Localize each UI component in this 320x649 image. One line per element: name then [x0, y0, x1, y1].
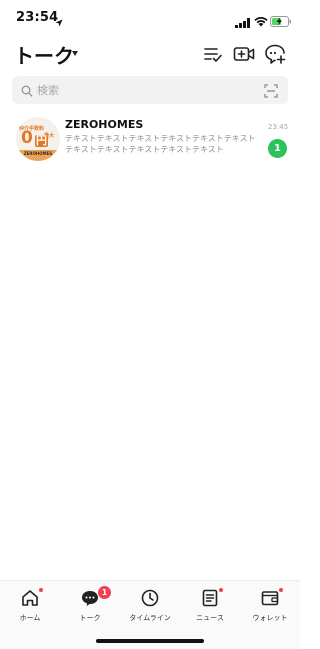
home-notification-dot [39, 588, 43, 592]
tab-home[interactable]: ホーム [0, 587, 60, 627]
tab-label: ホーム [19, 614, 41, 622]
home-indicator [96, 639, 204, 643]
home-icon [20, 588, 40, 608]
wifi-icon [254, 12, 268, 31]
battery-charging-icon [270, 12, 292, 31]
talk-screen: 23:54 トーク 検索 仲介手数料 最大 0 円 ZEROHOMES ZERO… [0, 0, 300, 649]
unread-badge: 1 [268, 139, 287, 158]
avatar-big-text: 0 [21, 128, 33, 148]
header: トーク [0, 36, 300, 72]
caret-down-icon[interactable] [72, 51, 78, 56]
wallet-notification-dot [279, 588, 283, 592]
avatar-brand-text: ZEROHOMES [23, 151, 53, 156]
new-chat-icon[interactable] [264, 43, 286, 65]
avatar-yen-text: 円 [35, 134, 48, 147]
chat-name: ZEROHOMES [65, 118, 144, 131]
tab-timeline[interactable]: タイムライン [120, 587, 180, 627]
chat-preview: テキストテキストテキストテキストテキストテキストテキストテキストテキストテキスト… [65, 134, 256, 154]
chat-list-item[interactable]: 仲介手数料 最大 0 円 ZEROHOMES ZEROHOMES テキストテキス… [0, 114, 300, 164]
video-call-add-icon[interactable] [233, 43, 255, 65]
news-notification-dot [219, 588, 223, 592]
news-icon [200, 588, 220, 608]
sort-list-icon[interactable] [202, 43, 224, 65]
status-time: 23:54 [16, 10, 59, 25]
page-title[interactable]: トーク [14, 40, 74, 69]
wallet-icon [260, 588, 280, 608]
location-arrow-icon [55, 12, 63, 31]
clock-icon [140, 588, 160, 608]
search-icon [21, 83, 33, 102]
qr-scan-icon[interactable] [264, 83, 278, 102]
tab-label: ニュース [196, 614, 224, 622]
search-bar[interactable] [12, 76, 288, 104]
cellular-signal-icon [235, 13, 251, 32]
talk-unread-badge: 1 [97, 585, 112, 600]
tab-label: トーク [79, 614, 101, 622]
tab-news[interactable]: ニュース [180, 587, 240, 627]
tab-label: ウォレット [252, 614, 288, 622]
status-bar: 23:54 [0, 0, 300, 36]
tab-wallet[interactable]: ウォレット [240, 587, 300, 627]
tab-label: タイムライン [129, 614, 171, 622]
chat-time: 23:45 [268, 123, 289, 131]
avatar: 仲介手数料 最大 0 円 ZEROHOMES [16, 117, 60, 161]
tab-talk[interactable]: 1 トーク [60, 585, 120, 627]
search-input[interactable] [37, 76, 237, 104]
